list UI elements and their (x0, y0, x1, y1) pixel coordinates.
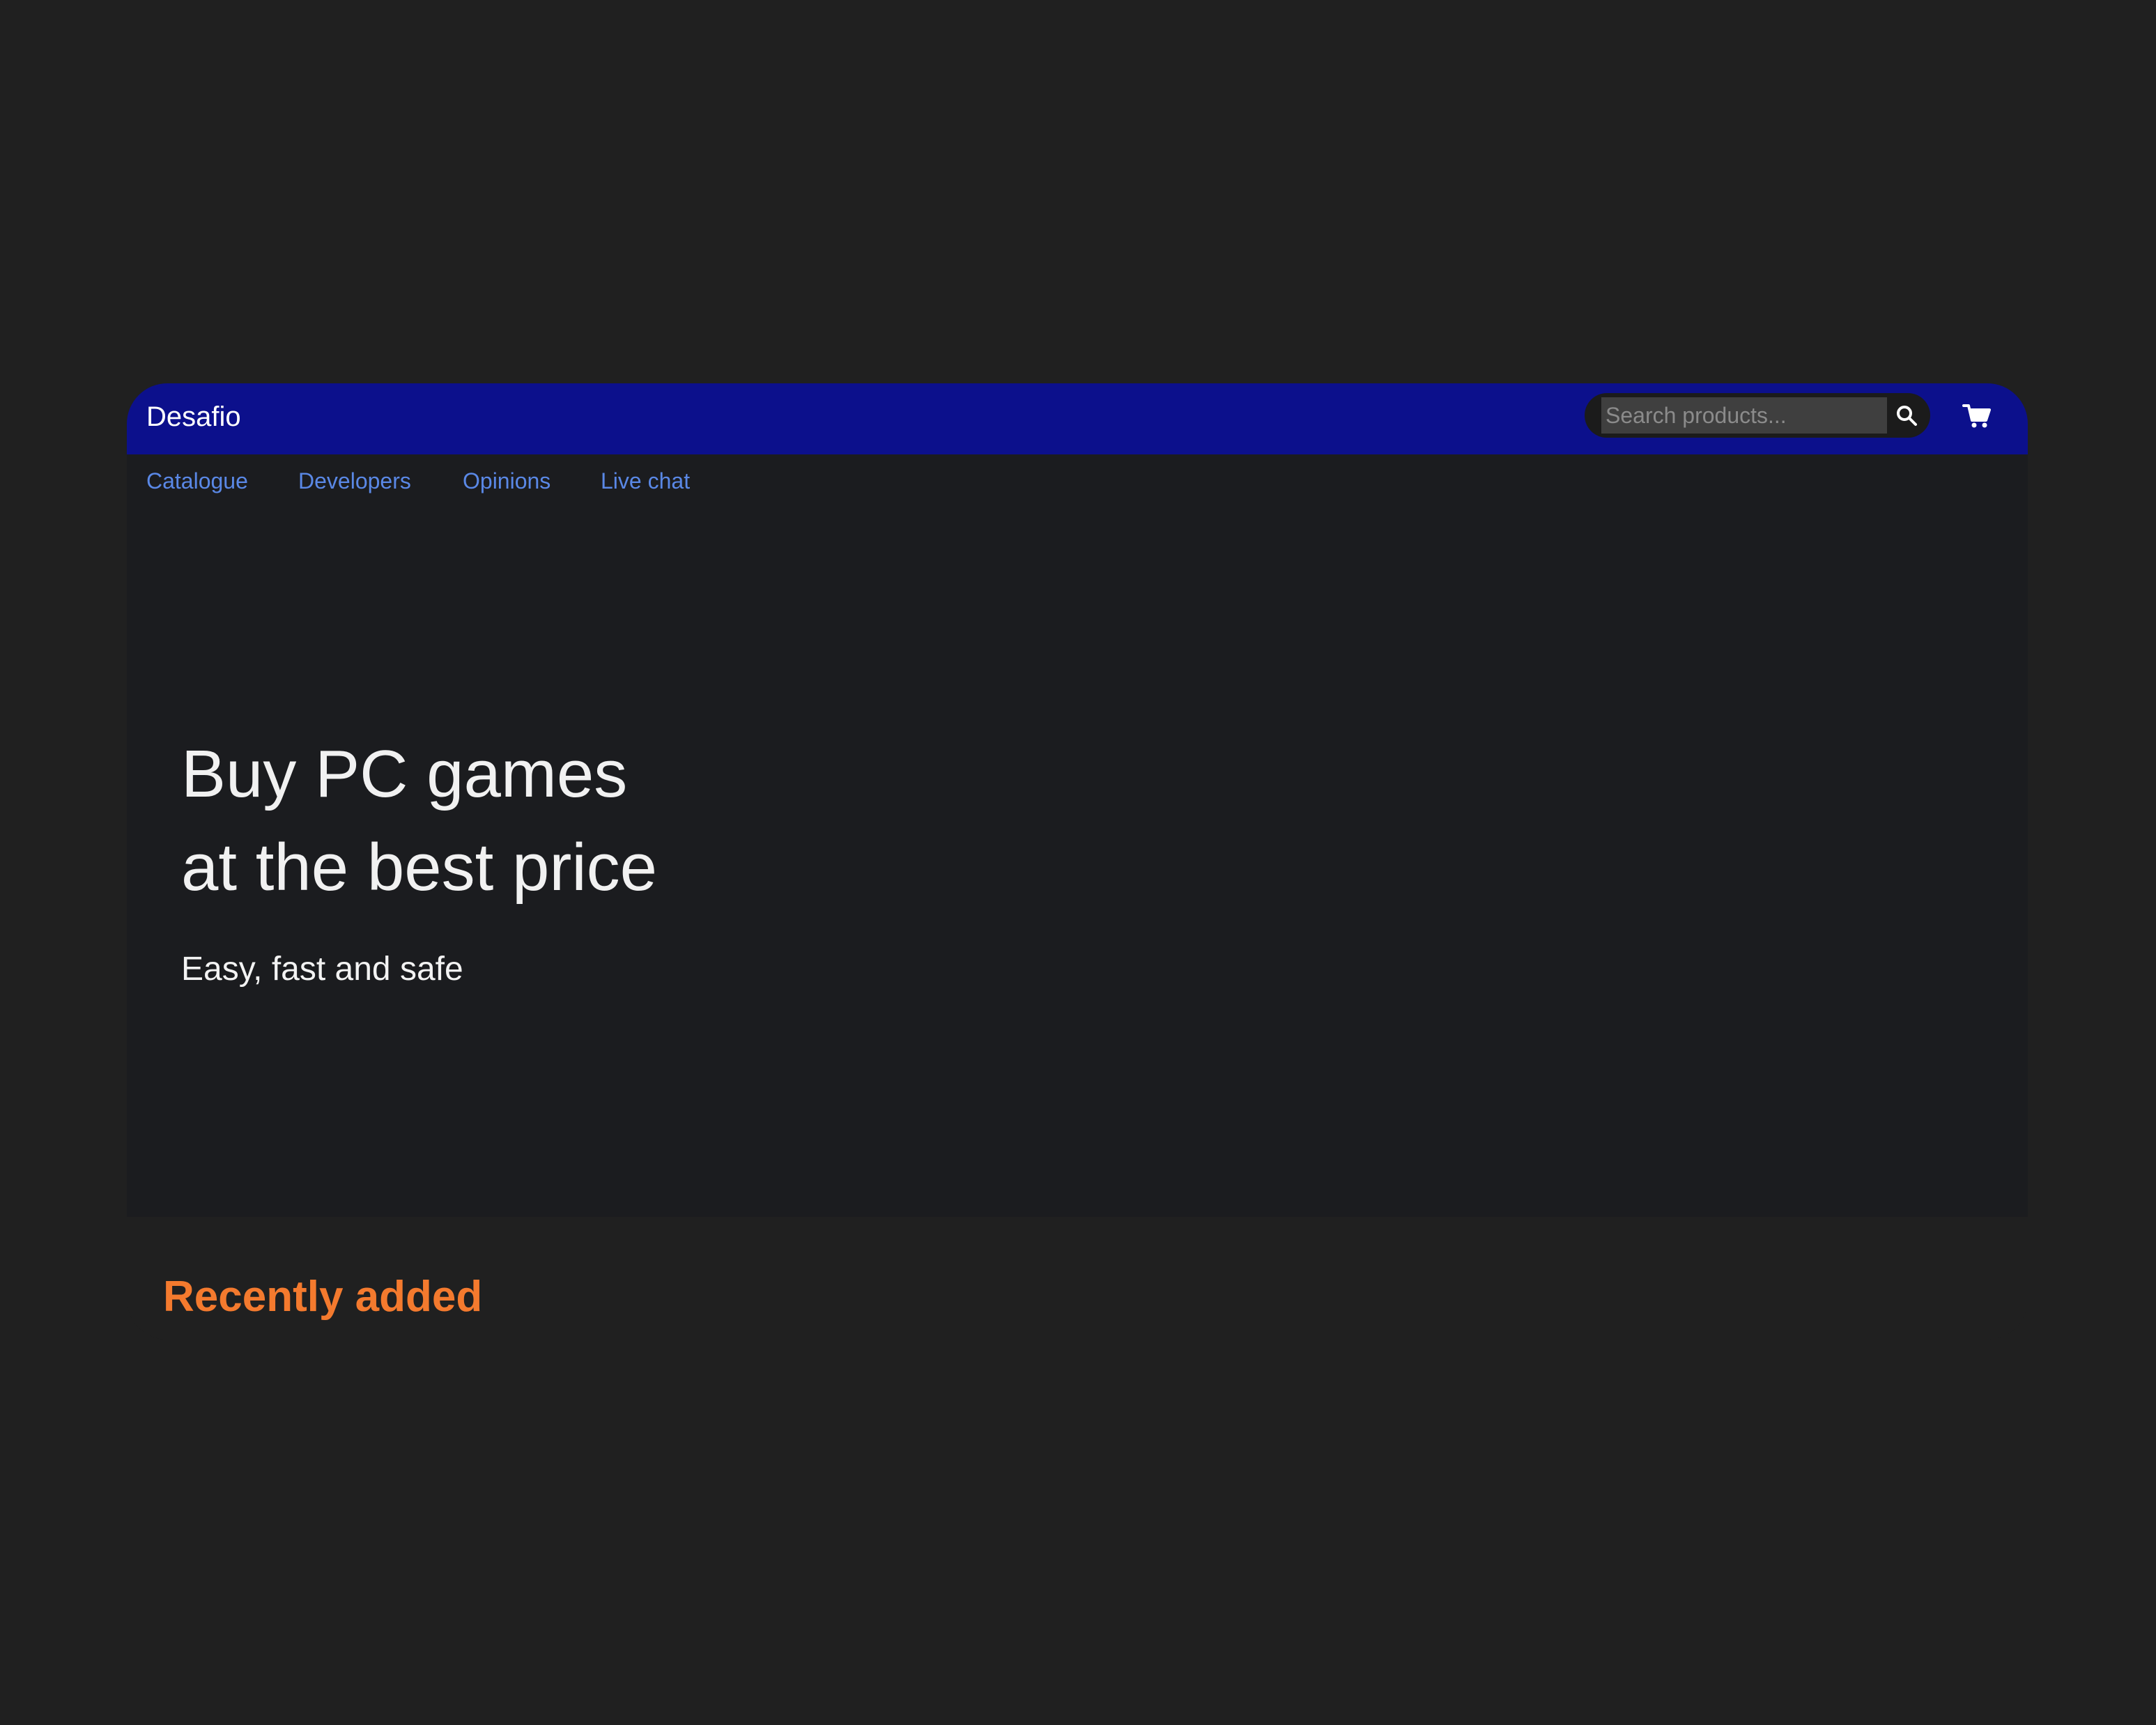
cart-icon (1962, 404, 1991, 428)
nav-link-live-chat[interactable]: Live chat (601, 467, 690, 495)
search-bar (1585, 393, 1930, 438)
main-navigation: Catalogue Developers Opinions Live chat (127, 454, 2028, 506)
top-bar: Desafio (127, 383, 2028, 454)
nav-link-developers[interactable]: Developers (298, 467, 411, 495)
hero-section: Buy PC games at the best price Easy, fas… (127, 506, 2028, 1217)
search-icon (1897, 406, 1917, 426)
recently-added-heading: Recently added (163, 1273, 483, 1321)
nav-link-catalogue[interactable]: Catalogue (146, 467, 248, 495)
search-button[interactable] (1888, 397, 1925, 434)
recently-added-section: Recently added (127, 1217, 2028, 1340)
page-background: Desafio Catalogu (0, 0, 2156, 1725)
search-input[interactable] (1601, 397, 1887, 434)
hero-subtitle: Easy, fast and safe (181, 951, 463, 988)
browser-window: Desafio Catalogu (127, 383, 2028, 1340)
brand-logo[interactable]: Desafio (146, 399, 241, 435)
cart-button[interactable] (1959, 399, 1994, 434)
nav-link-opinions[interactable]: Opinions (463, 467, 550, 495)
hero-title: Buy PC games at the best price (181, 737, 658, 905)
